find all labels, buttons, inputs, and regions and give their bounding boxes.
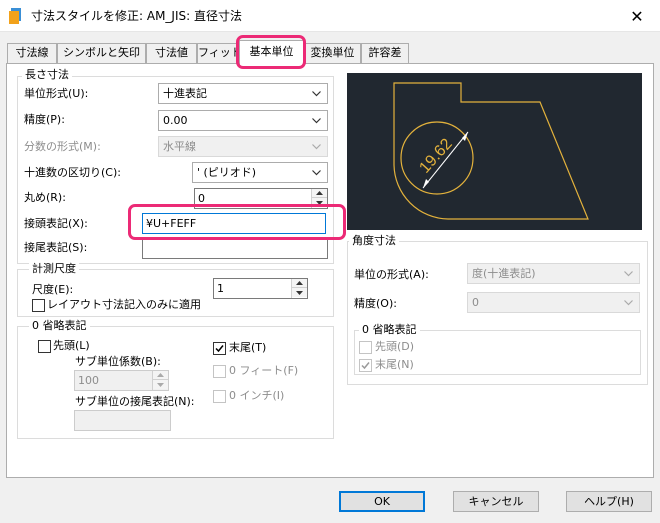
- leading-zero-label: 先頭(L): [53, 339, 90, 352]
- leading-zero-checkbox[interactable]: [38, 340, 51, 353]
- tab-symbols-arrows[interactable]: シンボルと矢印: [57, 43, 146, 63]
- scale-factor-spinner[interactable]: 1: [213, 278, 308, 299]
- angular-zero-suppression-title: 0 省略表記: [359, 323, 420, 337]
- preview-pane: 19.62: [347, 73, 642, 230]
- spin-up-icon[interactable]: [292, 279, 307, 288]
- chevron-down-icon: [624, 271, 633, 277]
- angular-leading-checkbox[interactable]: [359, 341, 372, 354]
- tab-fit[interactable]: フィット: [197, 43, 242, 63]
- sub-unit-suffix-input[interactable]: [74, 410, 171, 431]
- tab-dimension-lines[interactable]: 寸法線: [7, 43, 57, 63]
- trailing-zero-checkbox[interactable]: [213, 342, 226, 355]
- layout-only-label: レイアウト寸法記入のみに適用: [47, 298, 201, 311]
- chevron-down-icon: [312, 118, 321, 124]
- title-bar: 寸法スタイルを修正: AM_JIS: 直径寸法 ✕: [0, 0, 660, 32]
- spin-up-icon[interactable]: [312, 189, 327, 198]
- prefix-highlight: [128, 204, 346, 240]
- spin-up-icon[interactable]: [153, 371, 168, 380]
- close-icon: ✕: [630, 6, 644, 26]
- suffix-input[interactable]: [142, 238, 328, 259]
- close-button[interactable]: ✕: [622, 3, 652, 29]
- cancel-button[interactable]: キャンセル: [453, 491, 539, 512]
- preview-drawing: 19.62: [393, 82, 589, 220]
- diameter-text: 19.62: [416, 135, 455, 176]
- zero-feet-label: 0 フィート(F): [229, 364, 299, 377]
- ok-button[interactable]: OK: [339, 491, 425, 512]
- chevron-down-icon: [312, 91, 321, 97]
- trailing-zero-label: 末尾(T): [229, 341, 267, 354]
- scale-factor-spin-buttons[interactable]: [291, 279, 307, 298]
- precision-dropdown[interactable]: 0.00: [158, 110, 328, 131]
- sub-units-factor-spinner[interactable]: 100: [74, 370, 169, 391]
- angular-trailing-label: 末尾(N): [375, 358, 414, 371]
- checkmark-icon: [361, 362, 370, 370]
- angular-trailing-checkbox[interactable]: [359, 359, 372, 372]
- precision-label: 精度(P):: [24, 113, 65, 126]
- chevron-down-icon: [312, 144, 321, 150]
- angular-precision-dropdown[interactable]: 0: [467, 292, 640, 313]
- unit-format-label: 単位形式(U):: [24, 87, 89, 100]
- spin-down-icon[interactable]: [292, 288, 307, 297]
- zero-inches-checkbox[interactable]: [213, 390, 226, 403]
- chevron-down-icon: [624, 300, 633, 306]
- prefix-label: 接頭表記(X):: [24, 217, 88, 230]
- round-off-label: 丸め(R):: [24, 191, 66, 204]
- linear-dimensions-title: 長さ寸法: [22, 68, 72, 82]
- part-outline: [393, 82, 589, 220]
- window-title: 寸法スタイルを修正: AM_JIS: 直径寸法: [31, 9, 242, 23]
- chevron-down-icon: [312, 170, 321, 176]
- suffix-label: 接尾表記(S):: [24, 241, 88, 254]
- sub-units-factor-label: サブ単位係数(B):: [75, 355, 161, 368]
- angular-units-format-dropdown[interactable]: 度(十進表記): [467, 263, 640, 284]
- sub-units-spin-buttons[interactable]: [152, 371, 168, 390]
- angular-units-format-label: 単位の形式(A):: [354, 268, 429, 281]
- zero-inches-label: 0 インチ(I): [229, 389, 285, 402]
- measurement-scale-title: 計測尺度: [29, 262, 79, 276]
- layout-only-checkbox[interactable]: [32, 299, 45, 312]
- spin-down-icon[interactable]: [153, 380, 168, 389]
- tab-highlight: [236, 35, 306, 69]
- checkmark-icon: [215, 345, 224, 353]
- fraction-format-label: 分数の形式(M):: [24, 140, 101, 153]
- zero-feet-checkbox[interactable]: [213, 365, 226, 378]
- tab-alternate-units[interactable]: 変換単位: [304, 43, 361, 63]
- tab-tolerances[interactable]: 許容差: [361, 43, 409, 63]
- sub-unit-suffix-label: サブ単位の接尾表記(N):: [75, 395, 195, 408]
- tab-text[interactable]: 寸法値: [146, 43, 197, 63]
- help-button[interactable]: ヘルプ(H): [566, 491, 652, 512]
- angular-leading-label: 先頭(D): [375, 340, 415, 353]
- decimal-separator-dropdown[interactable]: ' (ピリオド): [192, 162, 328, 183]
- app-icon: [9, 8, 21, 24]
- unit-format-dropdown[interactable]: 十進表記: [158, 83, 328, 104]
- angular-precision-label: 精度(O):: [354, 297, 397, 310]
- scale-factor-label: 尺度(E):: [32, 283, 74, 296]
- angular-dimensions-title: 角度寸法: [349, 234, 399, 248]
- arrow-icon: [423, 179, 429, 188]
- decimal-separator-label: 十進数の区切り(C):: [24, 166, 121, 179]
- fraction-format-dropdown[interactable]: 水平線: [158, 136, 328, 157]
- zero-suppression-title: 0 省略表記: [29, 319, 90, 333]
